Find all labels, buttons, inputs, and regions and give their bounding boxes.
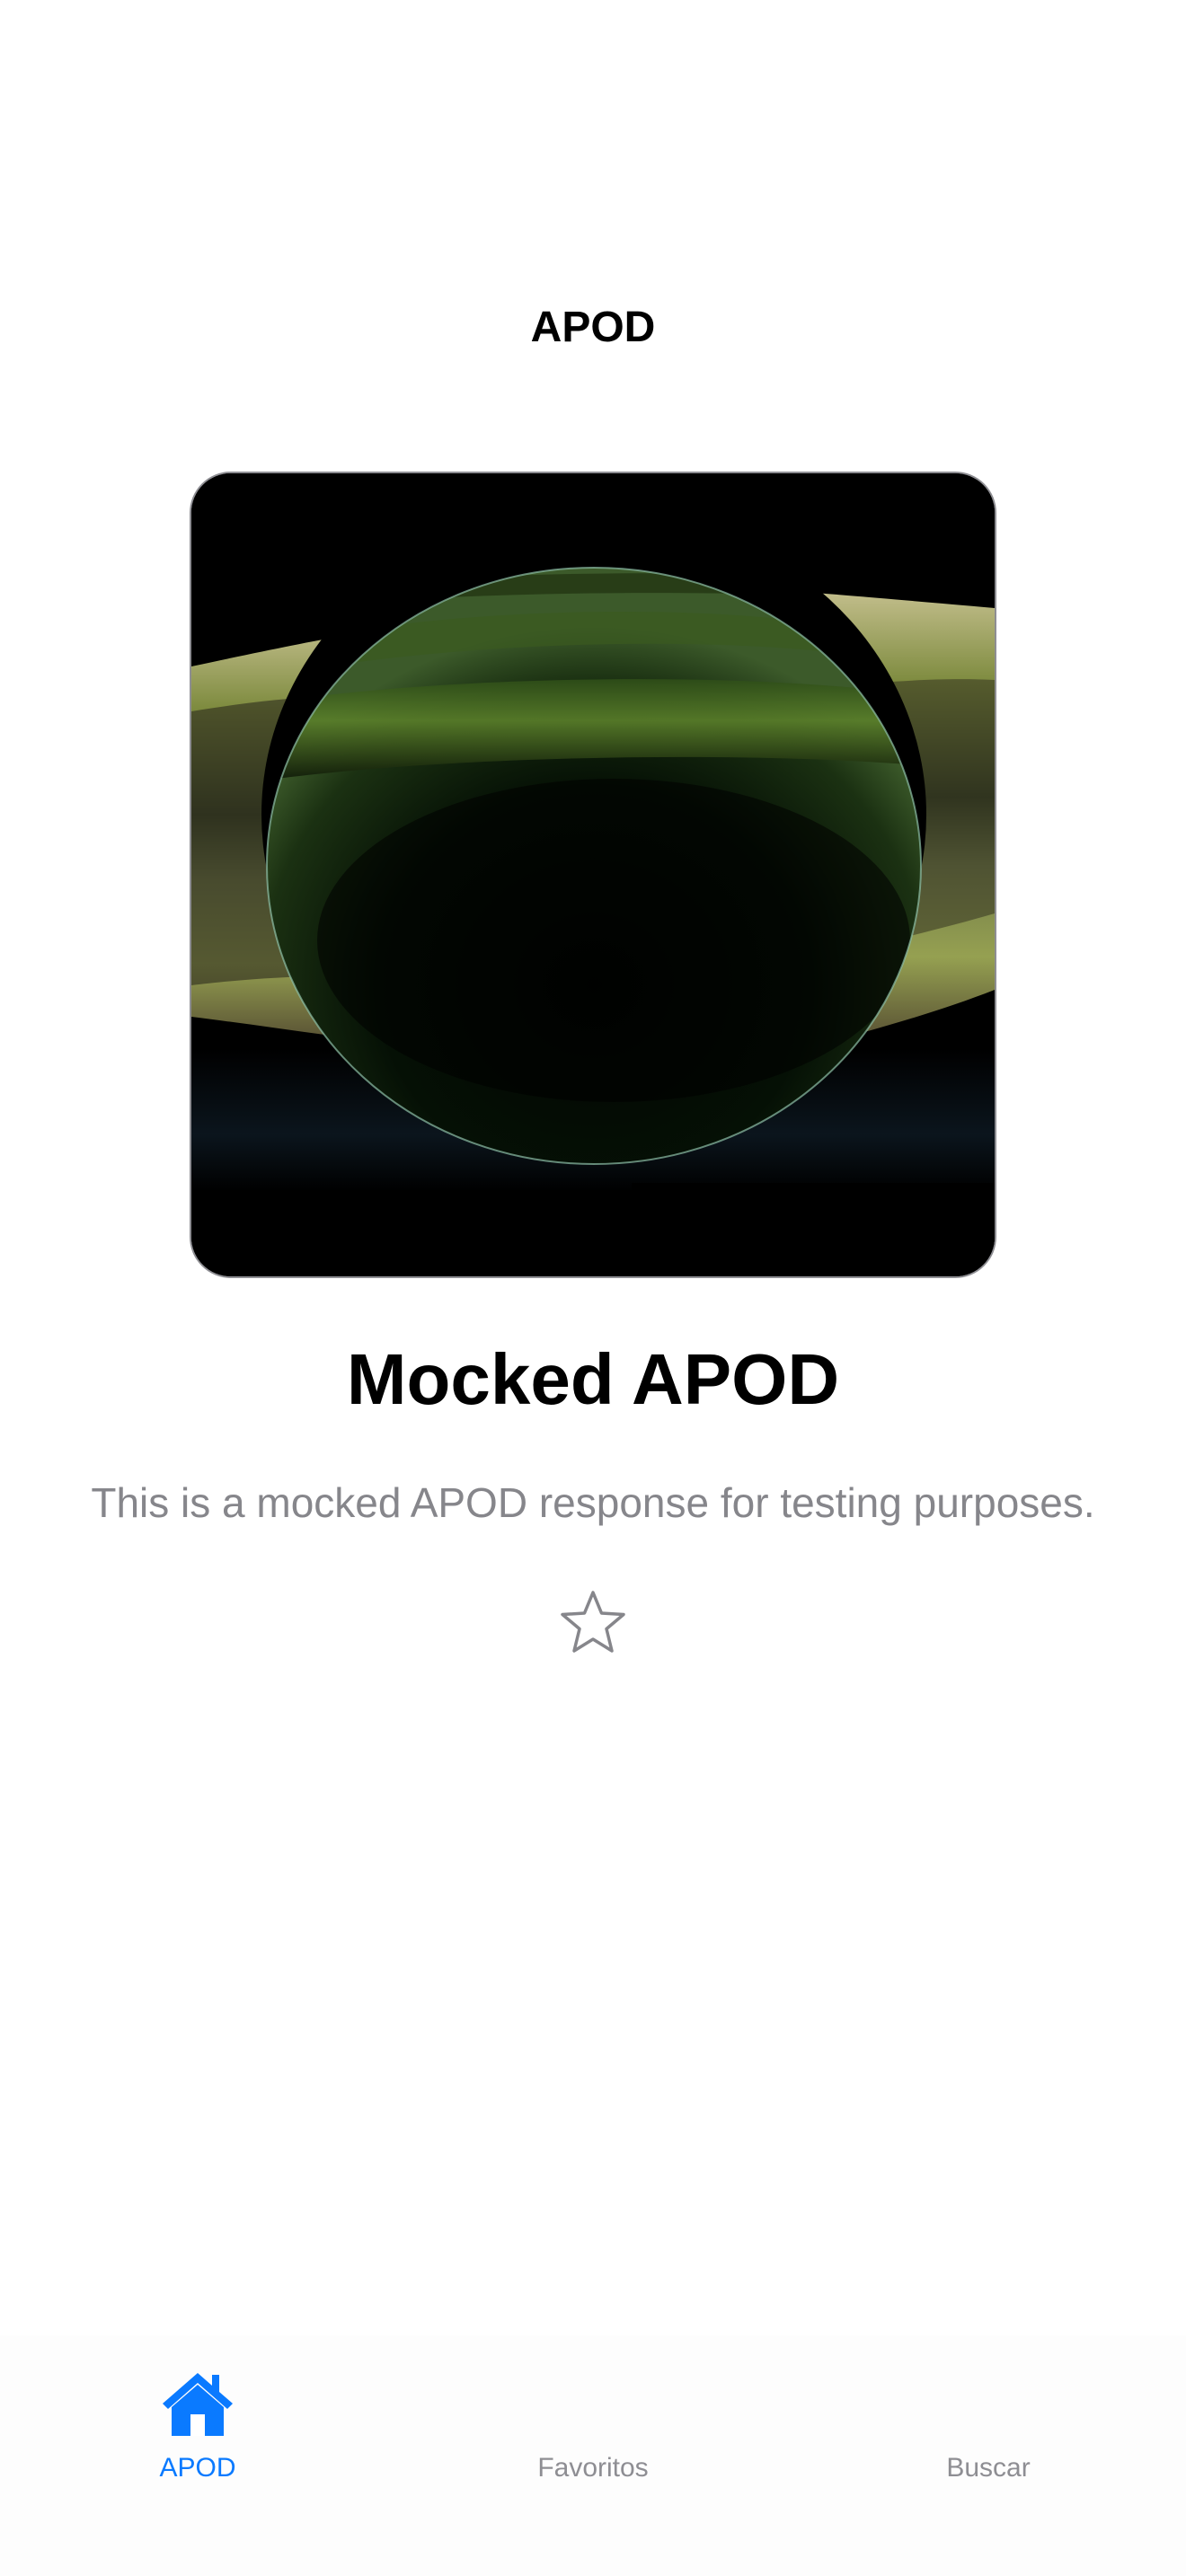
tab-apod-label: APOD [159, 2453, 236, 2483]
apod-explanation: This is a mocked APOD response for testi… [91, 1479, 1095, 1526]
tab-favoritos-label: Favoritos [537, 2453, 649, 2483]
house-icon [163, 2373, 233, 2436]
tab-apod[interactable]: APOD [0, 2335, 395, 2497]
apod-image [191, 473, 995, 1276]
star-outline-icon [561, 1591, 625, 1653]
navigation-title: APOD [530, 304, 656, 351]
favorite-button[interactable] [553, 1583, 633, 1662]
tab-bar: APOD Favoritos Buscar [0, 2335, 1186, 2576]
saturn-image [191, 473, 995, 1276]
tab-buscar-label: Buscar [946, 2453, 1031, 2483]
apod-title: Mocked APOD [346, 1339, 840, 1419]
tab-buscar[interactable]: Buscar [791, 2335, 1186, 2497]
tab-favoritos[interactable]: Favoritos [395, 2335, 791, 2497]
